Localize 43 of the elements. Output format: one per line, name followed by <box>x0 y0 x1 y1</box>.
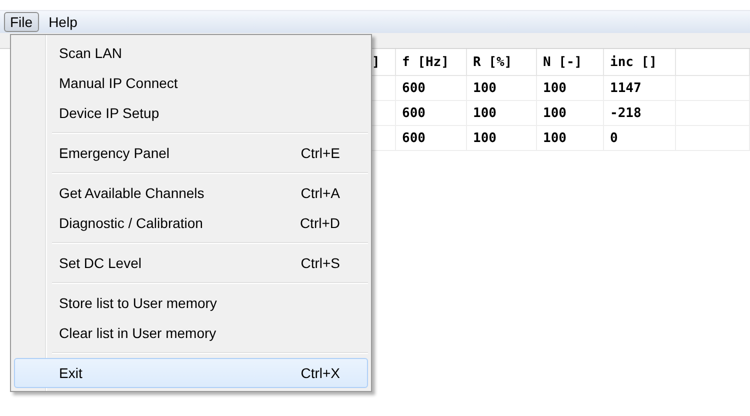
shortcut-label: Ctrl+D <box>300 215 340 231</box>
table-cell: 600 <box>396 101 467 126</box>
shortcut-label: Ctrl+S <box>300 255 340 271</box>
menu-item-label: Emergency Panel <box>59 145 170 161</box>
table-cell: 100 <box>467 76 537 101</box>
menu-item-label: Clear list in User memory <box>59 325 216 341</box>
table-cell: 100 <box>467 126 537 151</box>
menu-item[interactable]: Exit Ctrl+X <box>14 358 368 388</box>
menu-item[interactable]: Emergency Panel Ctrl+E <box>14 138 368 168</box>
table-cell: 100 <box>537 101 604 126</box>
menu-item-label: Get Available Channels <box>59 185 204 201</box>
column-header[interactable]: N [-] <box>537 49 604 76</box>
table-cell: 0 <box>604 126 676 151</box>
menu-item[interactable]: Diagnostic / Calibration Ctrl+D <box>14 208 368 238</box>
menu-item-label: Device IP Setup <box>59 105 160 121</box>
menu-item-label: Set DC Level <box>59 255 142 271</box>
shortcut-label: Ctrl+E <box>300 145 340 161</box>
menu-item[interactable]: Store list to User memory <box>14 288 368 318</box>
shortcut-label: Ctrl+X <box>300 365 340 381</box>
table-cell: 600 <box>396 76 467 101</box>
shortcut-label: Ctrl+A <box>300 185 340 201</box>
table-cell: 100 <box>537 76 604 101</box>
menu-bar-item[interactable]: Help <box>42 12 84 32</box>
table-cell: -218 <box>604 101 676 126</box>
menu-item[interactable]: Set DC Level Ctrl+S <box>14 248 368 278</box>
menu-item-label: Manual IP Connect <box>59 75 178 91</box>
column-header[interactable]: R [%] <box>467 49 537 76</box>
menu-item-label: Exit <box>59 365 82 381</box>
menu-item[interactable]: Scan LAN <box>14 38 368 68</box>
table-cell: 600 <box>396 126 467 151</box>
menu-item-label: Store list to User memory <box>59 295 217 311</box>
table-cell: 100 <box>537 126 604 151</box>
table-cell: 100 <box>467 101 537 126</box>
menu-item[interactable]: Manual IP Connect <box>14 68 368 98</box>
menu-item-label: Diagnostic / Calibration <box>59 215 203 231</box>
column-header[interactable]: f [Hz] <box>396 49 467 76</box>
menu-item[interactable]: Get Available Channels Ctrl+A <box>14 178 368 208</box>
menu-item[interactable]: Clear list in User memory <box>14 318 368 348</box>
column-header[interactable]: inc [] <box>604 49 676 76</box>
table-cell: 1147 <box>604 76 676 101</box>
menu-item-label: Scan LAN <box>59 45 122 61</box>
menu-item[interactable]: Device IP Setup <box>14 98 368 128</box>
menu-bar-item[interactable]: File <box>4 12 39 32</box>
